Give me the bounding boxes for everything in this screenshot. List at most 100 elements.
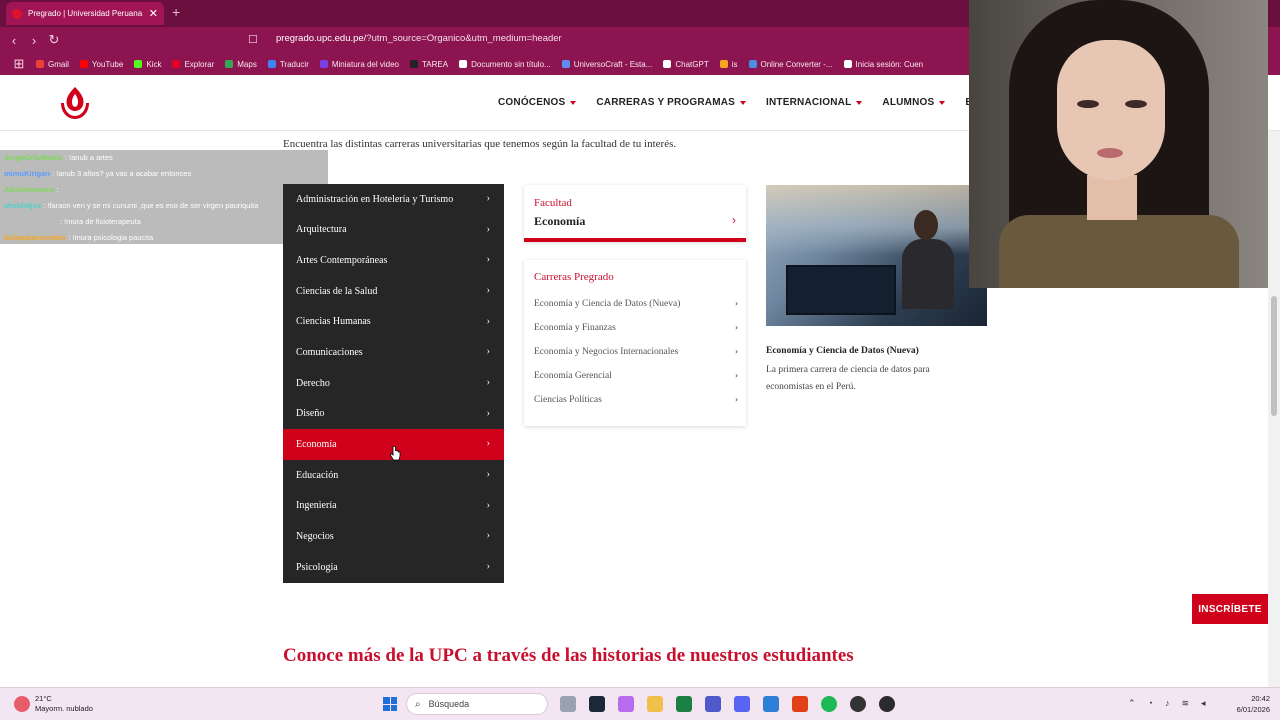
upc-logo-icon[interactable]	[57, 85, 93, 121]
apps-grid-icon[interactable]: ⊞	[8, 56, 30, 72]
carrera-link[interactable]: Ciencias Políticas ›	[534, 395, 738, 405]
bookmark-item[interactable]: Online Converter -...	[748, 59, 833, 69]
volume-icon[interactable]: ◂	[1201, 698, 1206, 709]
weather-icon	[14, 696, 30, 712]
faculty-item[interactable]: Ciencias de la Salud ›	[283, 276, 504, 307]
faculty-item[interactable]: Artes Contemporáneas ›	[283, 245, 504, 276]
carrera-link[interactable]: Economía y Finanzas ›	[534, 323, 738, 333]
chevron-up-icon[interactable]: ⌃	[1128, 698, 1136, 709]
bookmark-item[interactable]: is	[719, 60, 738, 69]
bookmark-label: Miniatura del video	[331, 59, 400, 69]
chevron-right-icon: ›	[486, 407, 490, 419]
chevron-right-icon: ›	[486, 223, 490, 235]
faculty-item[interactable]: Administración en Hotelería y Turismo ›	[283, 184, 504, 215]
pinned-apps	[560, 696, 908, 712]
nav-item[interactable]: ALUMNOS	[882, 97, 946, 108]
file-icon[interactable]	[560, 696, 576, 712]
forward-icon[interactable]: ›	[24, 33, 44, 48]
bookmark-item[interactable]: Gmail	[36, 60, 69, 69]
tab-close-icon[interactable]: ✕	[149, 7, 158, 20]
carrera-label: Economía Gerencial	[534, 371, 612, 381]
faculty-item[interactable]: Arquitectura ›	[283, 215, 504, 246]
bookmark-item[interactable]: Kick	[134, 60, 161, 69]
taskbar-search[interactable]: ⌕ Búsqueda	[406, 693, 548, 715]
faculty-item[interactable]: Educación ›	[283, 460, 504, 491]
clock-time: 20:42	[1251, 694, 1270, 703]
new-tab-button[interactable]: +	[172, 4, 180, 20]
caret-down-icon	[570, 100, 577, 105]
brave-icon[interactable]	[792, 696, 808, 712]
carrera-link[interactable]: Economía y Negocios Internacionales ›	[534, 347, 738, 357]
spotify-icon[interactable]	[821, 696, 837, 712]
app-icon[interactable]	[850, 696, 866, 712]
carreras-card: Carreras Pregrado Economía y Ciencia de …	[524, 260, 746, 426]
bookmark-favicon-icon	[319, 60, 328, 68]
nav-item[interactable]: CARRERAS Y PROGRAMAS	[596, 97, 747, 108]
bookmark-item[interactable]: Traducir	[267, 59, 309, 69]
faculty-item[interactable]: Comunicaciones ›	[283, 337, 504, 368]
bookmark-favicon-icon	[79, 60, 88, 68]
bookmark-item[interactable]: TAREA	[410, 60, 448, 69]
clock[interactable]: 20:42 6/01/2026	[1228, 693, 1270, 715]
weather-widget[interactable]: 21°C Mayorm. nublado	[14, 694, 93, 714]
reload-icon[interactable]: ↻	[44, 32, 64, 48]
inscribete-button[interactable]: INSCRÍBETE	[1192, 594, 1268, 624]
bookmark-item[interactable]: Explorar	[172, 60, 214, 69]
bookmark-label: Inicia sesión: Cuen	[855, 59, 924, 69]
bookmark-label: Traducir	[279, 59, 309, 69]
scrollbar-thumb[interactable]	[1271, 296, 1277, 416]
bookmark-item[interactable]: Miniatura del video	[319, 59, 400, 69]
faculty-item[interactable]: Diseño ›	[283, 399, 504, 430]
network-icon[interactable]: ◔	[1148, 698, 1153, 709]
bookmark-label: Kick	[146, 59, 162, 69]
clock-date: 6/01/2026	[1236, 705, 1270, 714]
carrera-label: Economía y Finanzas	[534, 323, 616, 333]
mail-icon[interactable]	[763, 696, 779, 712]
bookmark-label: Maps	[237, 59, 257, 69]
bookmark-item[interactable]: Maps	[225, 60, 257, 69]
nav-item-label: INTERNACIONAL	[766, 97, 852, 108]
obs-icon[interactable]	[879, 696, 895, 712]
bookmark-item[interactable]: YouTube	[79, 60, 123, 69]
url-field[interactable]: pregrado.upc.edu.pe/?utm_source=Organico…	[276, 33, 562, 44]
nav-item[interactable]: INTERNACIONAL	[766, 97, 863, 108]
nav-item-label: ALUMNOS	[882, 97, 935, 108]
nav-item[interactable]: CONÓCENOS	[498, 97, 577, 108]
chat-message: mimuKirigan : !anub 3 años? ya vas a aca…	[4, 169, 191, 178]
feature-title[interactable]: Economía y Ciencia de Datos (Nueva)	[766, 346, 919, 356]
browser-tab[interactable]: Pregrado | Universidad Peruana ✕	[6, 2, 164, 25]
chat-username: mimuKirigan	[4, 169, 50, 178]
folder-icon[interactable]	[647, 696, 663, 712]
back-icon[interactable]: ‹	[4, 33, 24, 48]
discord-icon[interactable]	[734, 696, 750, 712]
feature-description: La primera carrera de ciencia de datos p…	[766, 365, 930, 392]
windows-start-icon[interactable]	[383, 697, 397, 711]
chevron-right-icon: ›	[486, 438, 490, 450]
bookmark-icon[interactable]: ☐	[248, 33, 258, 46]
facultad-card[interactable]: Facultad Economía ›	[524, 185, 746, 242]
bookmark-label: Online Converter -...	[760, 59, 833, 69]
bookmark-item[interactable]: Documento sin título...	[459, 60, 551, 69]
carrera-link[interactable]: Economía Gerencial ›	[534, 371, 738, 381]
mic-icon[interactable]: ♪	[1165, 698, 1170, 709]
bookmark-item[interactable]: UniversoCraft - Esta...	[561, 60, 652, 69]
faculty-item[interactable]: Ciencias Humanas ›	[283, 307, 504, 338]
teams-icon[interactable]	[705, 696, 721, 712]
steam-icon[interactable]	[589, 696, 605, 712]
excel-icon[interactable]	[676, 696, 692, 712]
copilot-icon[interactable]	[618, 696, 634, 712]
nav-item-label: CARRERAS Y PROGRAMAS	[596, 97, 736, 108]
screen: Pregrado | Universidad Peruana ✕ + ‹ › ↻…	[0, 0, 1280, 720]
bookmark-item[interactable]: Inicia sesión: Cuen	[843, 59, 924, 69]
bookmark-label: Documento sin título...	[471, 59, 551, 69]
faculty-item[interactable]: Psicología ›	[283, 552, 504, 583]
chat-text: : !anub a artes	[64, 153, 113, 162]
faculty-item[interactable]: Derecho ›	[283, 368, 504, 399]
page-scrollbar[interactable]	[1268, 131, 1280, 687]
chevron-right-icon: ›	[734, 347, 738, 357]
bookmark-item[interactable]: ChatGPT	[663, 60, 709, 69]
faculty-item[interactable]: Negocios ›	[283, 521, 504, 552]
wifi-icon[interactable]: ≋	[1181, 698, 1189, 709]
carrera-link[interactable]: Economía y Ciencia de Datos (Nueva) ›	[534, 299, 738, 309]
faculty-item[interactable]: Ingeniería ›	[283, 491, 504, 522]
